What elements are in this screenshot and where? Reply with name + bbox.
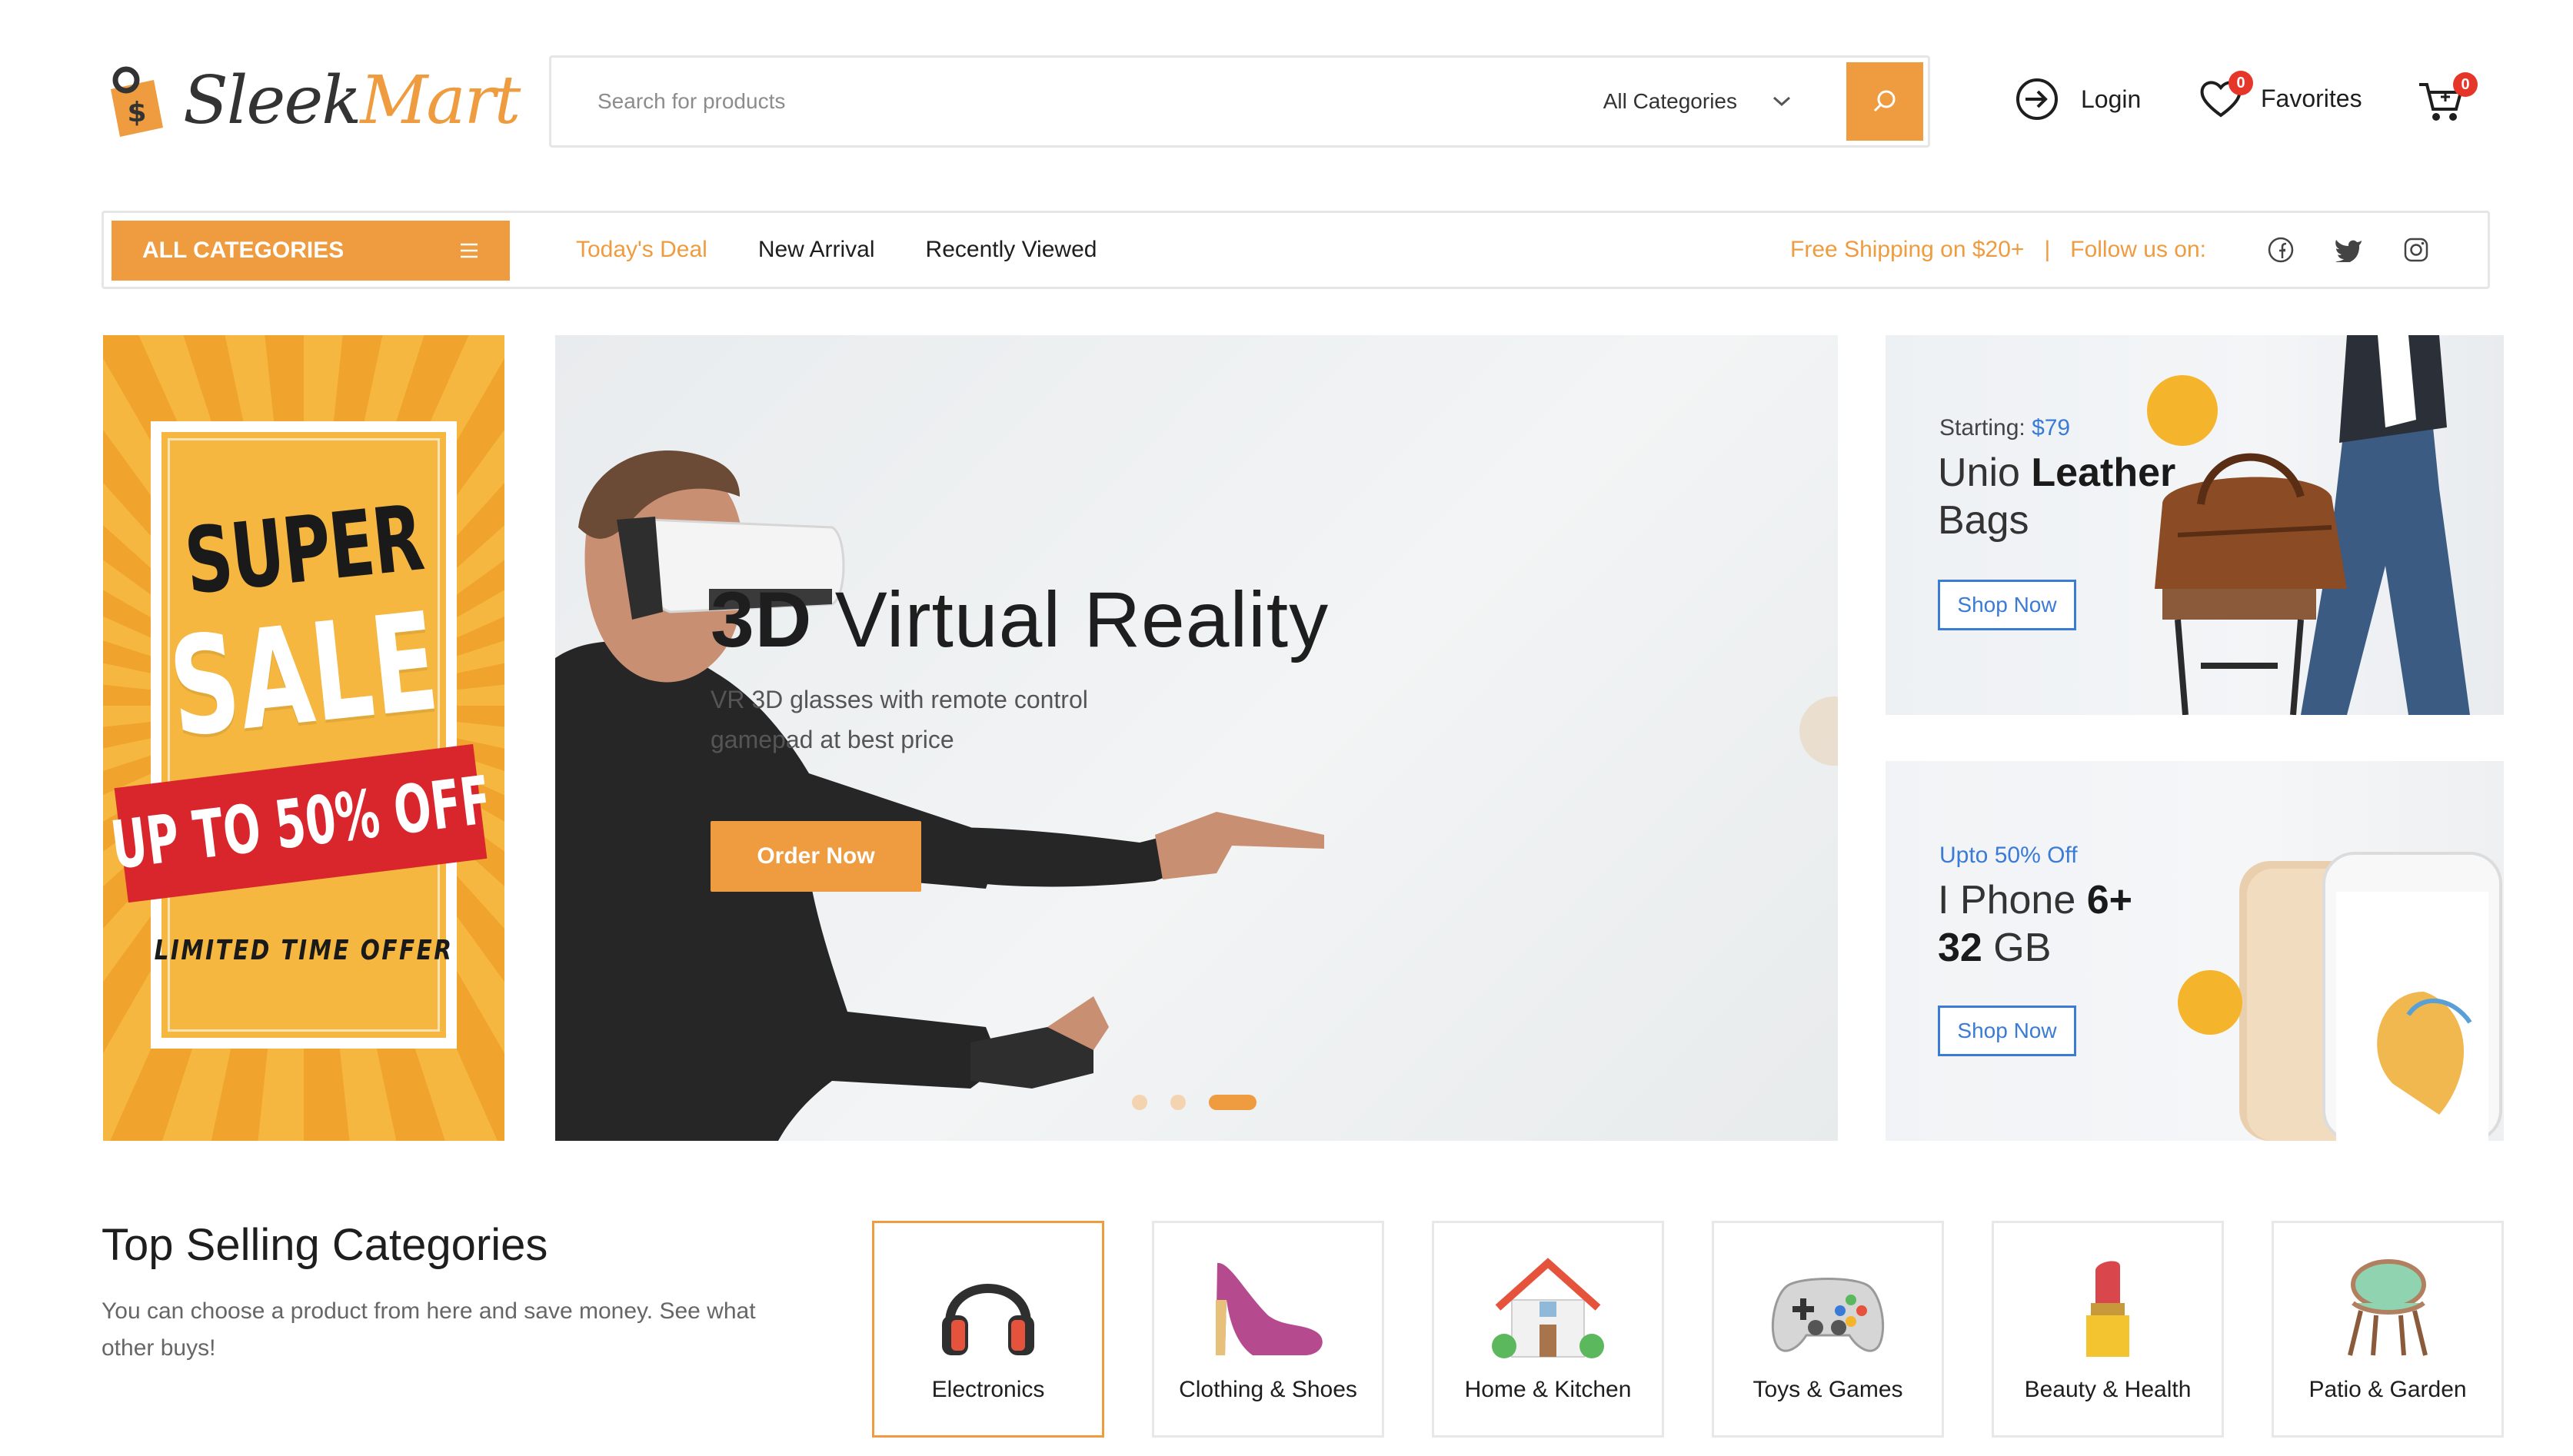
main-navbar: ALL CATEGORIES Today's Deal New Arrival … — [102, 211, 2490, 289]
promo-iphone: Upto 50% Off I Phone 6+ 32 GB Shop Now — [1886, 761, 2504, 1141]
chevron-down-icon — [1772, 96, 1791, 107]
headphones-icon — [942, 1284, 1034, 1355]
brand-logo[interactable]: $ SleekMart — [103, 63, 521, 138]
brand-name-part1: Sleek — [183, 62, 361, 139]
gamepad-icon — [1771, 1278, 1885, 1352]
cart-button[interactable]: 0 — [2416, 72, 2478, 128]
brand-name: SleekMart — [183, 68, 521, 134]
promo1-title: Unio Leather Bags — [1938, 449, 2175, 544]
facebook-icon[interactable] — [2266, 235, 2295, 264]
favorites-label: Favorites — [2261, 84, 2362, 112]
follow-us-label: Follow us on: — [2070, 237, 2206, 262]
brand-name-part2: Mart — [360, 62, 521, 139]
all-categories-label: ALL CATEGORIES — [142, 238, 345, 263]
promo2-title-light: I Phone — [1938, 878, 2087, 922]
hero-slider: 3D Virtual Reality VR 3D glasses with re… — [555, 335, 1838, 1141]
nav-link-new-arrival[interactable]: New Arrival — [758, 237, 875, 263]
category-label: Electronics — [931, 1377, 1045, 1402]
category-card-patio-garden[interactable]: Patio & Garden — [2272, 1221, 2504, 1438]
top-selling-description: You can choose a product from here and s… — [102, 1298, 756, 1361]
favorites-link[interactable]: 0 Favorites — [2198, 71, 2362, 121]
category-select[interactable]: All Categories — [1573, 58, 1846, 145]
vr-person-illustration — [555, 450, 1324, 1141]
instagram-icon[interactable] — [2402, 235, 2431, 264]
hero-subtitle-line2: gamepad at best price — [711, 726, 954, 753]
cart-count-badge: 0 — [2453, 72, 2478, 97]
promo2-title-line2-bold: 32 — [1938, 926, 1982, 970]
promo1-title-line2: Bags — [1938, 498, 2029, 543]
free-shipping-text: Free Shipping on $20+ — [1790, 237, 2025, 262]
promo1-title-bold: Leather — [2031, 450, 2176, 495]
promo1-tag: Starting: $79 — [1939, 415, 2070, 441]
high-heel-icon — [1216, 1262, 1323, 1355]
super-sale-banner[interactable]: SUPER SALE UP TO 50% OFF LIMITED TIME OF… — [103, 335, 504, 1141]
promo1-shop-now-button[interactable]: Shop Now — [1938, 580, 2076, 630]
cart-icon-wrap: 0 — [2416, 72, 2478, 128]
order-now-button[interactable]: Order Now — [711, 821, 921, 892]
login-label: Login — [2081, 85, 2142, 113]
category-card-electronics[interactable]: Electronics — [872, 1221, 1104, 1438]
nav-separator: | — [2044, 237, 2051, 262]
category-label: Clothing & Shoes — [1179, 1377, 1357, 1402]
nav-right-info: Free Shipping on $20+ | Follow us on: — [1790, 213, 2431, 287]
promo2-decor-circle — [2178, 970, 2242, 1035]
favorites-count-badge: 0 — [2228, 71, 2253, 95]
search-bar: All Categories — [549, 55, 1930, 148]
category-label: Beauty & Health — [2024, 1377, 2192, 1402]
slider-dot-1[interactable] — [1132, 1095, 1147, 1110]
all-categories-button[interactable]: ALL CATEGORIES — [112, 221, 510, 281]
login-icon — [2016, 78, 2058, 120]
sale-banner-limited: LIMITED TIME OFFER — [154, 935, 454, 966]
slider-next-arrow[interactable] — [1799, 696, 1838, 766]
top-selling-title: Top Selling Categories — [102, 1220, 548, 1270]
hero-title-bold: 3D — [711, 576, 813, 663]
svg-text:$: $ — [127, 97, 146, 128]
house-icon — [1492, 1258, 1604, 1358]
login-link[interactable]: Login — [2015, 77, 2141, 121]
favorites-icon-wrap: 0 — [2198, 71, 2253, 121]
category-card-toys-games[interactable]: Toys & Games — [1712, 1221, 1944, 1438]
category-card-beauty-health[interactable]: Beauty & Health — [1992, 1221, 2224, 1438]
category-label: Home & Kitchen — [1464, 1377, 1632, 1402]
hero-title-rest: Virtual Reality — [812, 576, 1330, 663]
category-select-value: All Categories — [1603, 89, 1737, 113]
slider-dot-2[interactable] — [1170, 1095, 1186, 1110]
shopping-bag-logo-icon: $ — [111, 66, 163, 137]
search-icon — [1873, 90, 1896, 112]
hero-title: 3D Virtual Reality — [711, 575, 1329, 665]
lipstick-icon — [2086, 1261, 2129, 1357]
nav-link-recently-viewed[interactable]: Recently Viewed — [926, 237, 1097, 263]
category-label: Patio & Garden — [2308, 1377, 2467, 1402]
category-card-clothing-shoes[interactable]: Clothing & Shoes — [1152, 1221, 1384, 1438]
promo2-title-bold: 6+ — [2086, 878, 2133, 922]
sale-banner-sale: SALE — [162, 583, 445, 768]
promo2-title: I Phone 6+ 32 GB — [1938, 876, 2132, 972]
promo2-shop-now-button[interactable]: Shop Now — [1938, 1006, 2076, 1056]
promo1-tag-prefix: Starting: — [1939, 415, 2032, 440]
nav-links: Today's Deal New Arrival Recently Viewed — [576, 213, 1097, 287]
promo1-price: $79 — [2032, 415, 2071, 440]
slider-dot-3[interactable] — [1209, 1095, 1257, 1110]
hamburger-icon — [461, 243, 478, 258]
promo2-tag: Upto 50% Off — [1939, 843, 2078, 868]
chair-icon — [2348, 1259, 2428, 1356]
category-card-home-kitchen[interactable]: Home & Kitchen — [1432, 1221, 1664, 1438]
search-input[interactable] — [551, 58, 1573, 145]
slider-dots — [1132, 1095, 1257, 1110]
promo1-title-light: Unio — [1938, 450, 2032, 495]
promo-leather-bags: Starting: $79 Unio Leather Bags Shop Now — [1886, 335, 2504, 715]
hero-subtitle-line1: VR 3D glasses with remote control — [711, 686, 1088, 713]
twitter-icon[interactable] — [2334, 235, 2363, 264]
search-button[interactable] — [1846, 62, 1923, 141]
promo2-title-line2-light: GB — [1982, 926, 2052, 970]
category-label: Toys & Games — [1753, 1377, 1903, 1402]
nav-link-todays-deal[interactable]: Today's Deal — [576, 237, 707, 263]
